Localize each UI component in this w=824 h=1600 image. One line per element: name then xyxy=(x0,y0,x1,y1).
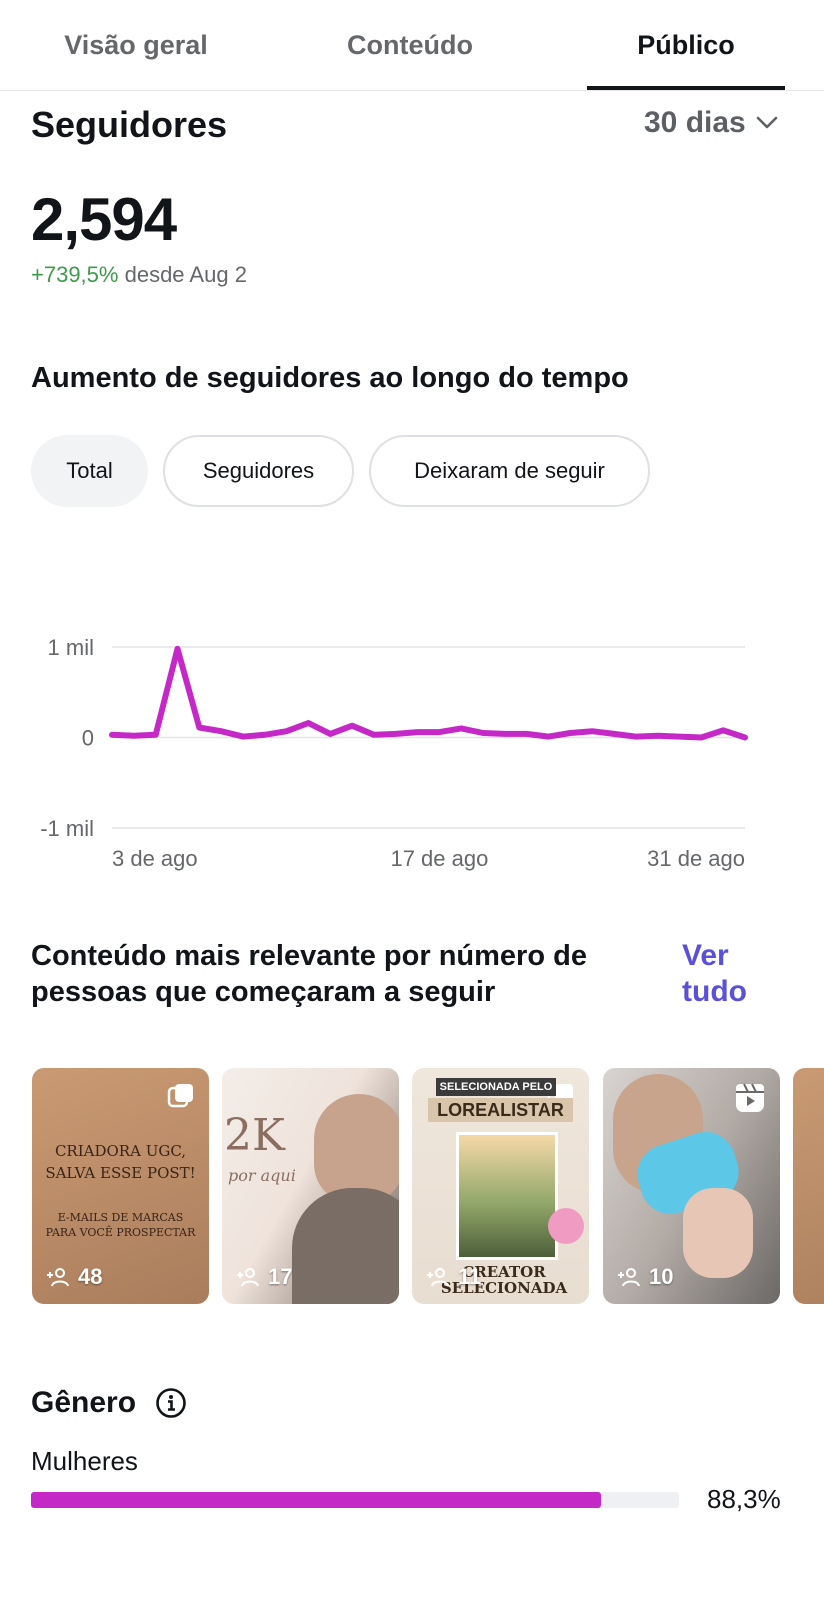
new-followers-count: 10 xyxy=(617,1264,673,1290)
count-value: 10 xyxy=(649,1264,674,1289)
thumbnail-big-text: 2K xyxy=(224,1110,285,1161)
gender-women-label: Mulheres xyxy=(31,1446,138,1476)
reels-icon xyxy=(734,1082,766,1119)
followers-total: 2,594 xyxy=(31,186,177,253)
count-value: 11 xyxy=(458,1264,482,1289)
add-person-icon xyxy=(47,1268,69,1287)
y-tick-label: 1 mil xyxy=(48,635,94,660)
y-tick-label: 0 xyxy=(82,726,94,751)
followers-growth: +739,5% desde Aug 2 xyxy=(31,262,247,288)
add-person-icon xyxy=(427,1268,449,1287)
tab-content[interactable]: Conteúdo xyxy=(305,30,515,90)
badge-sticker xyxy=(548,1208,584,1244)
filter-followers[interactable]: Seguidores xyxy=(163,435,354,507)
growth-percent: +739,5% xyxy=(31,262,119,287)
gender-women-bar-fill xyxy=(31,1492,601,1508)
followers-growth-chart: 1 mil 0 -1 mil 3 de ago 17 de ago 31 de ago xyxy=(40,635,748,871)
filter-total[interactable]: Total xyxy=(31,435,148,507)
top-content-title: Conteúdo mais relevante por número de pe… xyxy=(31,940,587,1008)
carousel-icon xyxy=(167,1082,195,1115)
new-followers-count: 17 xyxy=(236,1264,292,1290)
x-tick-label: 17 de ago xyxy=(390,846,488,871)
range-selector[interactable]: 30 dias xyxy=(644,106,778,140)
content-thumbnail[interactable]: 10 xyxy=(603,1068,780,1304)
new-followers-count: 48 xyxy=(46,1264,102,1290)
filter-unfollowed[interactable]: Deixaram de seguir xyxy=(369,435,650,507)
info-icon[interactable] xyxy=(155,1387,187,1424)
x-tick-label: 3 de ago xyxy=(112,846,198,871)
see-all-link[interactable]: Ver tudo xyxy=(682,938,782,1010)
followers-title: Seguidores xyxy=(31,104,228,145)
tab-overview[interactable]: Visão geral xyxy=(31,30,241,90)
new-followers-count: 11 xyxy=(426,1264,481,1290)
tab-audience[interactable]: Público xyxy=(587,30,785,90)
thumbnail-subtext: E-MAILS DE MARCAS PARA VOCÊ PROSPECTAR xyxy=(45,1211,196,1239)
thumbnail-brand: LOREALISTAR xyxy=(428,1098,573,1122)
content-thumbnail[interactable] xyxy=(793,1068,824,1304)
gender-women-bar xyxy=(31,1492,679,1508)
content-thumbnail[interactable]: SELECIONADA PELO LOREALISTAR CREATOR SEL… xyxy=(412,1068,589,1304)
thumbnail-small-text: por aqui xyxy=(228,1166,296,1185)
content-thumbnail[interactable]: 2K por aqui 17 xyxy=(222,1068,399,1304)
growth-since: desde Aug 2 xyxy=(124,262,247,287)
growth-chart-title: Aumento de seguidores ao longo do tempo xyxy=(31,362,629,394)
person-body xyxy=(292,1188,399,1304)
person-photo xyxy=(456,1132,558,1260)
top-content-carousel[interactable]: CRIADORA UGC, SALVA ESSE POST! E-MAILS D… xyxy=(0,1068,824,1306)
series-line-total xyxy=(109,645,748,741)
range-label: 30 dias xyxy=(644,106,746,139)
chevron-down-icon xyxy=(756,116,777,129)
x-tick-label: 31 de ago xyxy=(647,846,745,871)
hand xyxy=(683,1188,753,1278)
content-thumbnail[interactable]: CRIADORA UGC, SALVA ESSE POST! E-MAILS D… xyxy=(32,1068,209,1304)
gender-title: Gênero xyxy=(31,1386,137,1419)
gender-women-percent: 88,3% xyxy=(707,1484,781,1514)
count-value: 48 xyxy=(78,1264,103,1289)
tab-bar: Visão geral Conteúdo Público xyxy=(0,0,824,91)
thumbnail-headline: CRIADORA UGC, SALVA ESSE POST! xyxy=(45,1142,196,1182)
add-person-icon xyxy=(618,1268,640,1287)
add-person-icon xyxy=(237,1268,259,1287)
count-value: 17 xyxy=(268,1264,293,1289)
thumbnail-banner: SELECIONADA PELO xyxy=(436,1078,556,1096)
y-tick-label: -1 mil xyxy=(40,816,94,841)
